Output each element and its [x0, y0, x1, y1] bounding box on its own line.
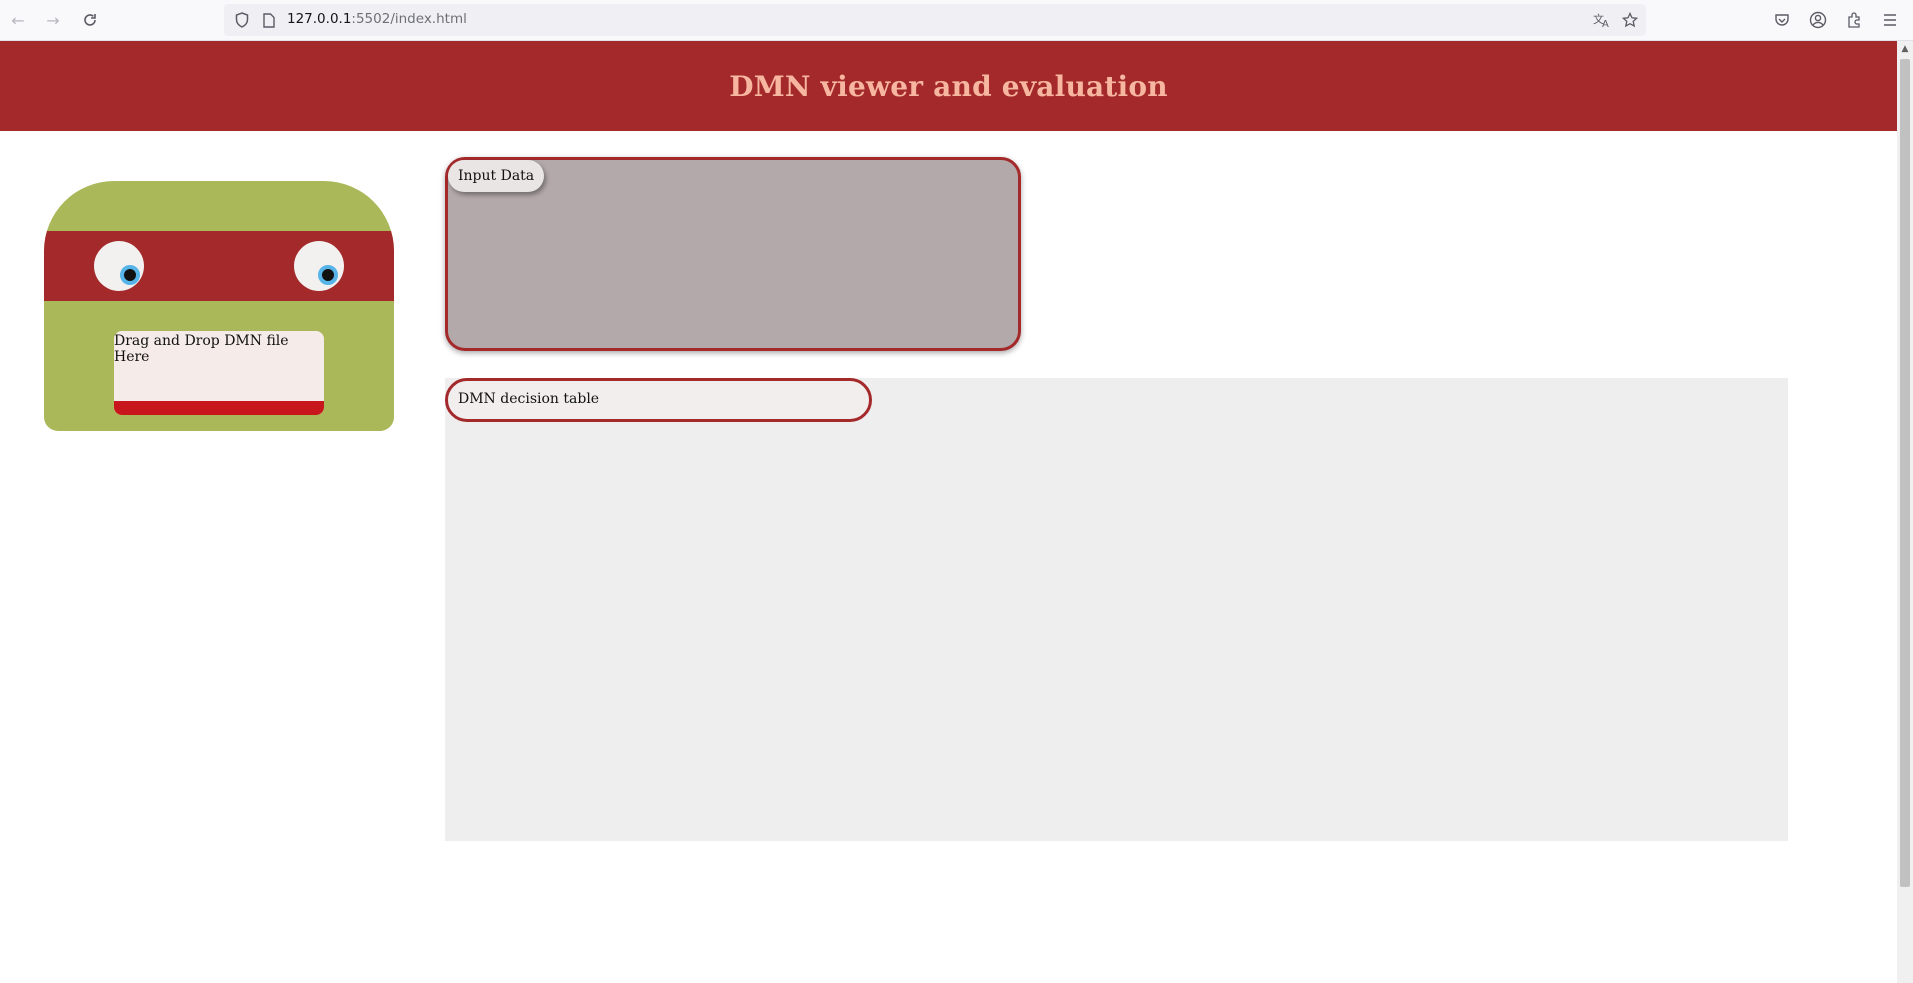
translate-icon[interactable]: 文A	[1592, 10, 1612, 30]
input-data-label: Input Data	[448, 160, 545, 192]
scroll-up-icon[interactable]: ▲	[1897, 41, 1913, 57]
forward-icon[interactable]: →	[41, 8, 65, 32]
left-pupil-icon	[120, 265, 140, 285]
dropzone-label: Drag and Drop DMN file Here	[114, 333, 289, 365]
decision-table-title: DMN decision table	[445, 378, 872, 422]
page-viewport: DMN viewer and evaluation Drag and Drop …	[0, 41, 1897, 983]
dmn-dropzone[interactable]: Drag and Drop DMN file Here	[44, 181, 394, 431]
address-bar[interactable]: 127.0.0.1:5502/index.html 文A	[224, 4, 1646, 36]
scrollbar-thumb[interactable]	[1900, 59, 1910, 887]
account-icon[interactable]	[1806, 8, 1830, 32]
decision-table-area: DMN decision table	[445, 378, 1788, 841]
input-data-panel[interactable]: Input Data	[445, 157, 1021, 351]
page-title: DMN viewer and evaluation	[729, 69, 1168, 103]
page-header: DMN viewer and evaluation	[0, 41, 1897, 131]
right-pupil-icon	[318, 265, 338, 285]
extensions-icon[interactable]	[1842, 8, 1866, 32]
pocket-icon[interactable]	[1770, 8, 1794, 32]
url-text[interactable]: 127.0.0.1:5502/index.html	[287, 11, 467, 27]
monster-tongue	[114, 401, 324, 415]
back-icon[interactable]: ←	[6, 8, 30, 32]
browser-toolbar: ← → 127.0.0.1:5502/index.html 文A	[0, 0, 1913, 41]
reload-icon[interactable]	[78, 8, 102, 32]
menu-icon[interactable]	[1878, 8, 1902, 32]
monster-mouth[interactable]: Drag and Drop DMN file Here	[114, 331, 324, 415]
left-eye-icon	[94, 241, 144, 291]
page-scrollbar[interactable]: ▲	[1897, 41, 1913, 983]
svg-text:A: A	[1602, 19, 1609, 28]
bookmark-star-icon[interactable]	[1620, 10, 1640, 30]
shield-icon[interactable]	[232, 10, 252, 30]
page-icon[interactable]	[259, 10, 279, 30]
right-eye-icon	[294, 241, 344, 291]
